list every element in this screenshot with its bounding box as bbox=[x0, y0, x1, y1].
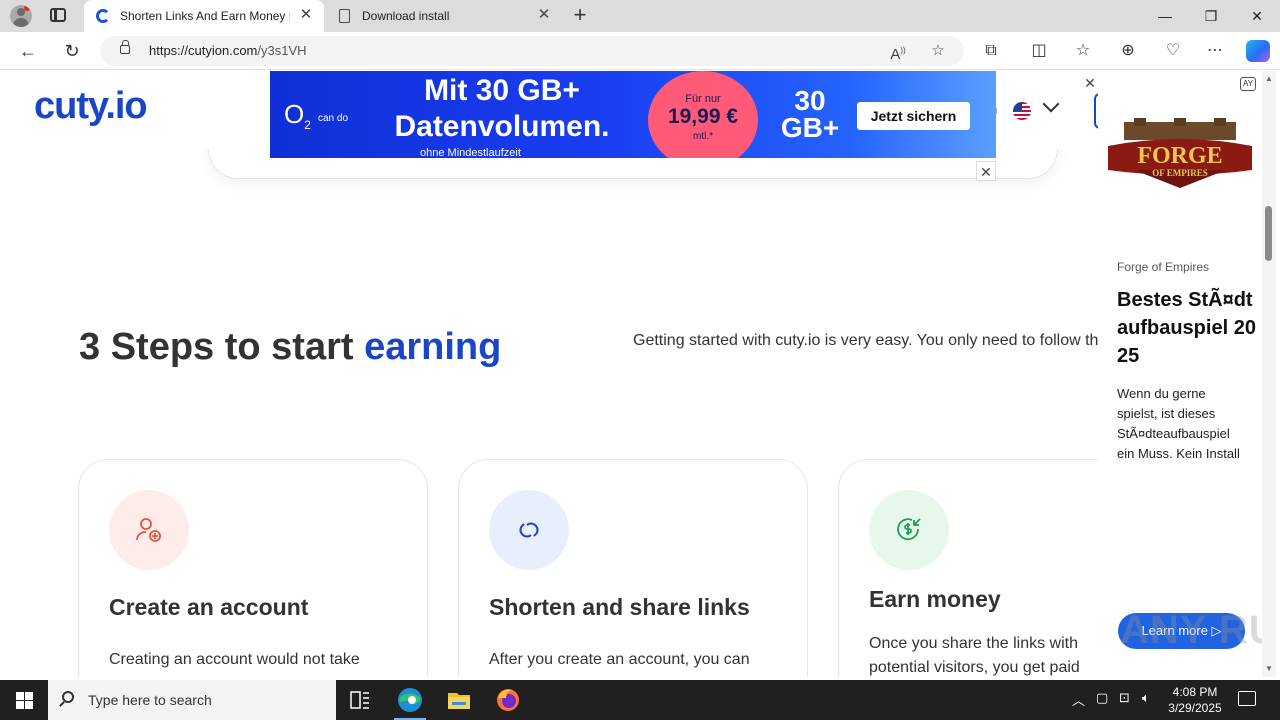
user-plus-icon bbox=[109, 490, 189, 570]
more-menu-icon[interactable]: ⋯ bbox=[1204, 40, 1226, 62]
ad-price-badge: Für nur 19,99 € mtl.* bbox=[648, 71, 758, 158]
lock-icon[interactable] bbox=[120, 40, 130, 54]
windows-start-icon[interactable] bbox=[0, 680, 48, 720]
split-screen-icon[interactable]: ◫ bbox=[1028, 40, 1050, 62]
window-close-icon[interactable]: ✕ bbox=[1234, 0, 1280, 32]
taskbar-clock[interactable]: 4:08 PM 3/29/2025 bbox=[1163, 684, 1227, 716]
edge-browser-icon[interactable] bbox=[386, 680, 434, 720]
ad-small-print: ohne Mindestlaufzeit bbox=[420, 147, 521, 158]
ad-brand: Forge of Empires bbox=[1117, 260, 1210, 274]
site-logo[interactable]: cuty.io bbox=[34, 85, 148, 128]
tab-actions-icon[interactable] bbox=[50, 8, 66, 22]
page-favicon-icon bbox=[338, 9, 352, 23]
url-text[interactable]: https://cutyion.com/y3s1VH bbox=[149, 43, 307, 58]
read-aloud-icon[interactable]: A)) bbox=[887, 40, 909, 63]
ad-cta-button[interactable]: Jetzt sichern bbox=[857, 102, 970, 130]
step-card-shorten-share: Shorten and share links After you create… bbox=[458, 459, 808, 677]
money-icon bbox=[869, 490, 949, 570]
volume-icon[interactable]: 🔈︎ bbox=[1142, 690, 1150, 706]
card-title: Shorten and share links bbox=[489, 594, 750, 620]
cutyio-favicon-icon bbox=[96, 9, 110, 23]
tab-title: Download install bbox=[362, 9, 450, 23]
new-tab-icon[interactable]: + bbox=[568, 4, 592, 28]
page-scrollbar[interactable]: ▲ ▼ bbox=[1262, 71, 1276, 677]
tray-device-icon[interactable]: ▢ bbox=[1096, 690, 1108, 706]
search-placeholder: Type here to search bbox=[88, 692, 212, 708]
scrollbar-thumb[interactable] bbox=[1265, 206, 1272, 261]
card-text: After you create an account, you can bbox=[489, 651, 750, 668]
section-intro: Getting started with cuty.io is very eas… bbox=[633, 332, 1113, 349]
forge-of-empires-ad[interactable]: FORGE OF EMPIRES Forge of Empires Bestes… bbox=[1098, 70, 1262, 677]
section-title: 3 Steps to start earning bbox=[79, 326, 502, 368]
taskbar-search-box[interactable]: Type here to search bbox=[48, 680, 336, 720]
tab-download-install[interactable]: Download install ✕ bbox=[326, 0, 562, 32]
step-card-create-account: Create an account Creating an account wo… bbox=[78, 459, 428, 677]
side-ad-close-icon[interactable]: ✕ bbox=[1080, 74, 1100, 92]
favorite-star-icon[interactable]: ☆ bbox=[927, 40, 949, 62]
ad-headline: Mit 30 GB+ Datenvolumen. bbox=[394, 74, 610, 143]
copilot-icon[interactable] bbox=[1246, 40, 1270, 62]
restore-icon[interactable]: ❐ bbox=[1188, 0, 1234, 32]
tray-overflow-icon[interactable]: ︿ bbox=[1072, 690, 1085, 709]
performance-icon[interactable]: ♡ bbox=[1162, 40, 1184, 62]
link-icon bbox=[489, 490, 569, 570]
profile-avatar-icon[interactable] bbox=[10, 5, 32, 27]
banner-ad-close-icon[interactable]: ✕ bbox=[976, 161, 996, 181]
adchoices-icon[interactable]: AY bbox=[1240, 77, 1256, 91]
card-text: Creating an account would not take bbox=[109, 651, 360, 668]
svg-text:FORGE: FORGE bbox=[1137, 143, 1222, 169]
windows-taskbar: Type here to search ︿ ▢ ⊡ 🔈︎ 4:08 PM 3/2… bbox=[0, 680, 1280, 720]
o2-banner-ad[interactable]: O2 can do Mit 30 GB+ Datenvolumen. ohne … bbox=[270, 71, 996, 158]
task-view-icon[interactable] bbox=[336, 680, 384, 720]
collections-icon[interactable]: ⊕ bbox=[1117, 40, 1139, 62]
back-icon[interactable]: ← bbox=[15, 39, 41, 63]
card-text: Once you share the links with potential … bbox=[869, 635, 1080, 676]
browser-toolbar: ← ↻ https://cutyion.com/y3s1VH A)) ☆ ⧉ ◫… bbox=[0, 32, 1280, 70]
ad-headline: Bestes StÃ¤dtaufbauspiel 2025 bbox=[1117, 289, 1256, 367]
minimize-icon[interactable]: — bbox=[1142, 0, 1188, 32]
card-title: Earn money bbox=[869, 586, 1001, 612]
svg-text:OF EMPIRES: OF EMPIRES bbox=[1152, 168, 1207, 178]
firefox-icon[interactable] bbox=[484, 680, 532, 720]
address-bar[interactable]: https://cutyion.com/y3s1VH A)) ☆ bbox=[100, 36, 964, 66]
card-title: Create an account bbox=[109, 594, 309, 620]
ad-gb-label: 30 GB+ bbox=[780, 85, 840, 143]
page-viewport: cuty.io n O2 can do Mit 30 GB+ Datenvolu… bbox=[4, 71, 1262, 677]
ad-tagline: can do bbox=[318, 113, 349, 124]
scroll-down-icon[interactable]: ▼ bbox=[1264, 664, 1274, 674]
anyrun-watermark: ANY RUN bbox=[1120, 608, 1280, 652]
ad-text: Wenn du gerne spielst, ist dieses StÃ¤dt… bbox=[1117, 386, 1240, 461]
network-icon[interactable]: ⊡ bbox=[1119, 690, 1130, 706]
browser-tabstrip: Shorten Links And Earn Money | ✕ Downloa… bbox=[0, 0, 1280, 32]
o2-logo: O2 bbox=[284, 99, 311, 133]
file-explorer-icon[interactable] bbox=[435, 680, 483, 720]
us-flag-icon[interactable] bbox=[1013, 102, 1031, 120]
chevron-down-icon[interactable] bbox=[1042, 95, 1060, 113]
tab-title: Shorten Links And Earn Money | bbox=[120, 9, 290, 23]
search-icon bbox=[62, 691, 74, 703]
extensions-icon[interactable]: ⧉ bbox=[980, 40, 1002, 62]
favorites-icon[interactable]: ☆ bbox=[1072, 40, 1094, 62]
scroll-up-icon[interactable]: ▲ bbox=[1264, 74, 1274, 84]
tab-cutyio[interactable]: Shorten Links And Earn Money | ✕ bbox=[84, 0, 324, 32]
notifications-icon[interactable] bbox=[1238, 691, 1256, 706]
forge-of-empires-logo: FORGE OF EMPIRES bbox=[1108, 118, 1252, 188]
close-tab-icon[interactable]: ✕ bbox=[536, 6, 552, 24]
close-tab-icon[interactable]: ✕ bbox=[298, 6, 314, 24]
refresh-icon[interactable]: ↻ bbox=[59, 39, 85, 63]
